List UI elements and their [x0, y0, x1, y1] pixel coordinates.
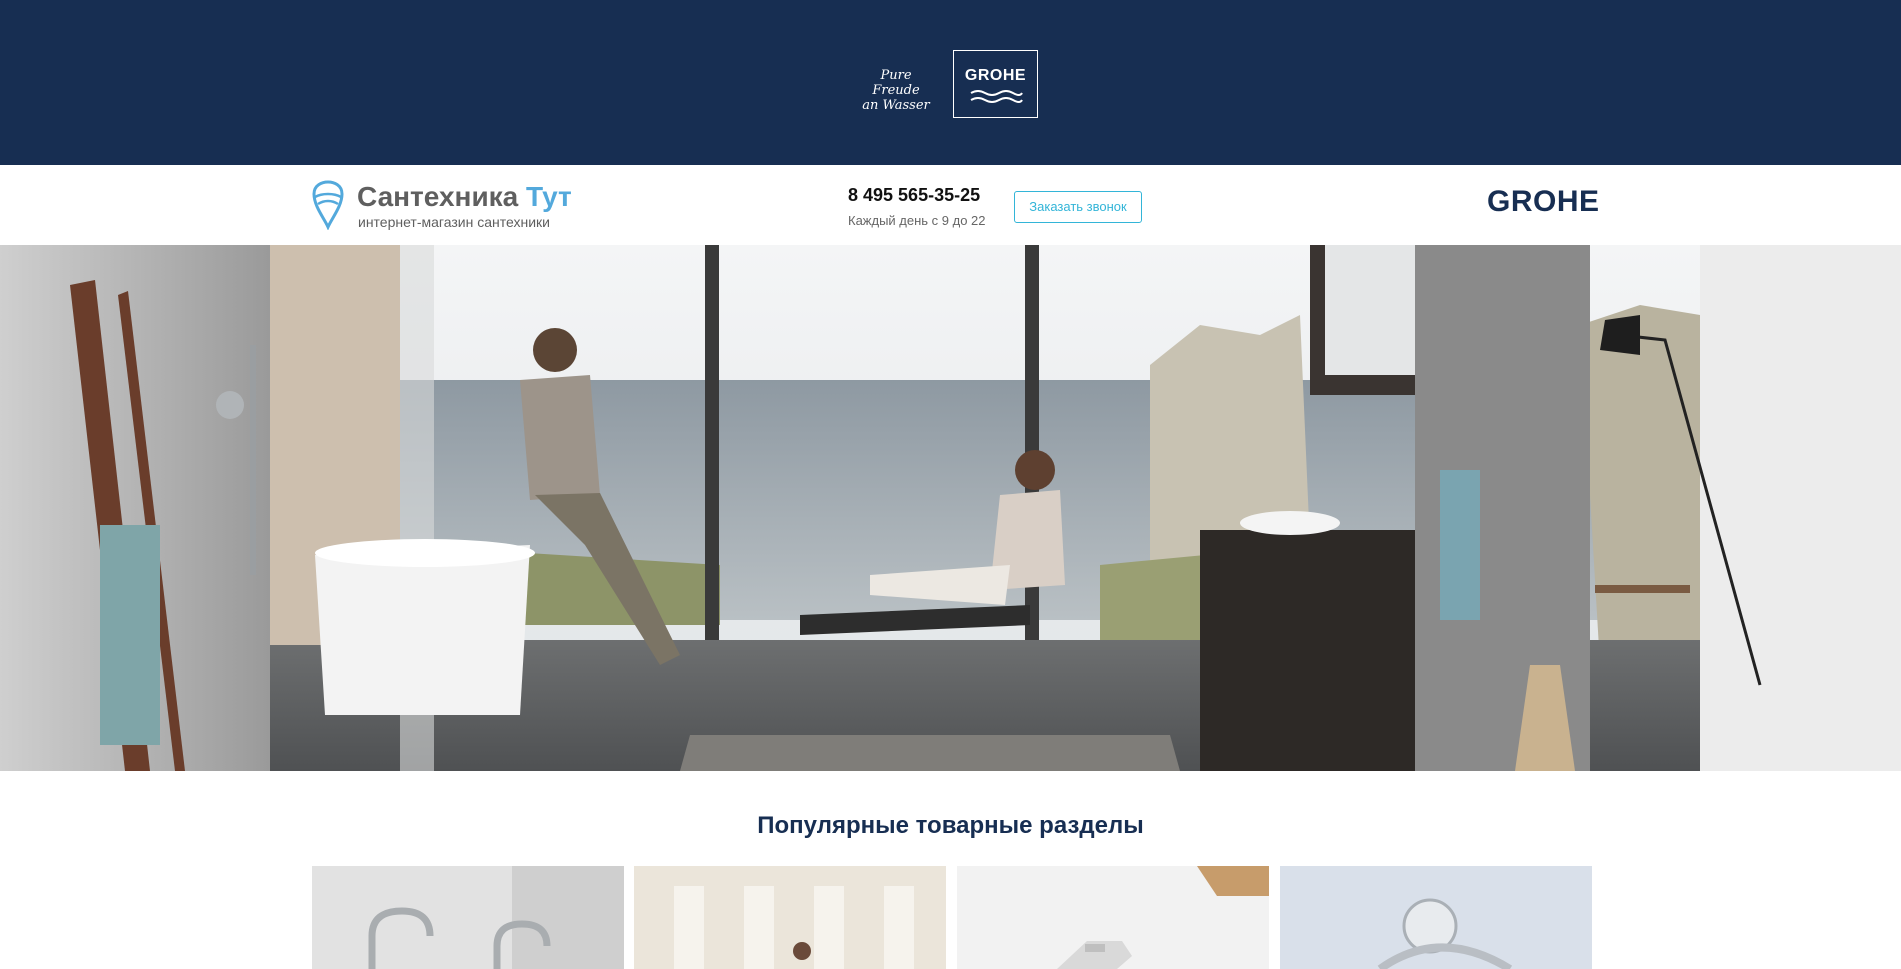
brand-banner: Pure Freude an Wasser GROHE: [0, 0, 1901, 165]
grohe-logo-box[interactable]: GROHE: [953, 50, 1038, 118]
tagline-line-2: an Wasser: [862, 98, 930, 113]
category-cards: [312, 866, 1592, 969]
grohe-logo-text: GROHE: [964, 67, 1027, 84]
hero-illustration: [0, 245, 1901, 771]
bathroom-image: [634, 866, 946, 969]
brand-tagline: Pure Freude an Wasser: [856, 68, 936, 113]
category-card-bathroom[interactable]: [634, 866, 946, 969]
logo-name-part1: Сантехника: [357, 181, 519, 212]
waves-icon: [970, 90, 1023, 103]
logo-subtitle: интернет-магазин сантехники: [358, 214, 550, 230]
site-header: Сантехника Тут интернет-магазин сантехни…: [0, 165, 1901, 245]
category-card-showers[interactable]: [957, 866, 1269, 969]
drop-shield-icon: [312, 180, 344, 230]
shower-image: [957, 866, 1269, 969]
category-card-accessories[interactable]: [1280, 866, 1592, 969]
callback-button[interactable]: Заказать звонок: [1014, 191, 1142, 223]
site-logo[interactable]: Сантехника Тут интернет-магазин сантехни…: [310, 177, 572, 233]
logo-name: Сантехника Тут: [357, 181, 572, 213]
header-brand-logo[interactable]: GROHE: [1487, 185, 1600, 219]
tagline-line-1: Pure Freude: [872, 68, 920, 98]
working-hours: Каждый день с 9 до 22: [848, 213, 986, 228]
section-title: Популярные товарные разделы: [757, 812, 1144, 839]
phone-number[interactable]: 8 495 565-35-25: [848, 185, 986, 206]
category-card-faucets[interactable]: [312, 866, 624, 969]
logo-name-part2: Тут: [526, 181, 572, 212]
faucet-image: [312, 866, 624, 969]
hero-image: [0, 245, 1901, 771]
contact-block: 8 495 565-35-25 Каждый день с 9 до 22: [848, 185, 986, 228]
accessory-image: [1280, 866, 1592, 969]
